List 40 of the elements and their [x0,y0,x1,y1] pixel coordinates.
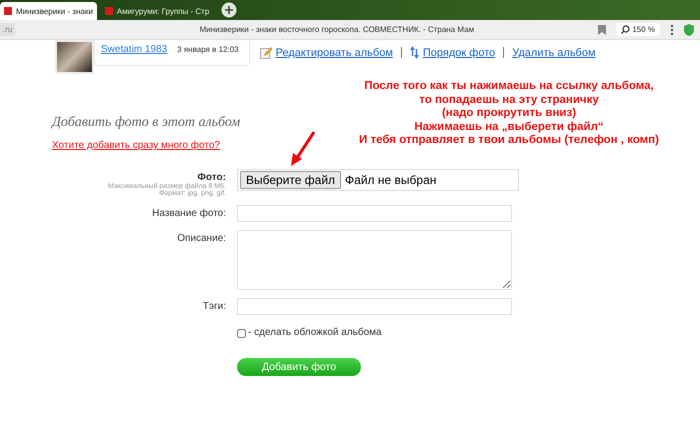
bookmark-icon[interactable] [598,24,606,34]
site-icon [104,7,113,15]
sort-arrows-icon [410,46,419,59]
page-title: Минизверики - знаки восточного гороскопа. СОВМЕСТНИК. - Страна Мам [198,25,476,34]
text-field[interactable] [237,205,512,222]
field-label: Фото: [197,172,226,183]
new-tab-icon[interactable] [221,2,238,18]
album-action-link[interactable]: Удалить альбом [512,46,596,58]
checkbox-label: - сделать обложкой альбома [248,327,382,338]
zoom-icon [621,25,630,34]
description-field[interactable] [237,230,512,290]
annotation-text: После того как ты нажимаешь на ссылку альбома, [363,80,655,94]
menu-icon[interactable] [670,24,674,36]
bulk-upload-link[interactable]: Хотите добавить сразу много фото? [52,140,220,151]
zoom-level: 150 % [632,25,655,34]
author-link[interactable]: Swetatim 1983 [101,44,168,55]
shield-icon[interactable] [684,24,694,36]
cover-checkbox[interactable] [237,329,246,338]
album-action-link[interactable]: Редактировать альбом [276,46,393,58]
field-label: Описание: [177,233,226,244]
field-label: Название фото: [152,208,226,219]
browser-tab[interactable]: Минизверики - знаки [0,2,97,20]
post-date: 3 января в 12:03 [177,45,239,54]
text-field[interactable] [237,298,512,315]
annotation-text: Нажимаешь на „выберети файл“ [413,120,605,134]
arrow-icon [290,131,316,167]
zoom-button[interactable]: 150 % [616,23,660,36]
site-icon [4,7,12,15]
annotation-text: (надо прокрутить вниз) [440,107,578,120]
browser-tab[interactable]: Амигуруми: Группы - Стр [100,2,214,20]
annotation-text: И тебя отправляет в твои альбомы (телефон , комп) [358,134,660,148]
form-heading: Добавить фото в этот альбом [52,115,240,131]
address-field[interactable]: .ru [0,23,16,36]
album-action-link[interactable]: Порядок фото [422,46,496,58]
pencil-icon [260,46,272,58]
annotation-text: то попадаешь на эту страничку [418,94,600,107]
file-input[interactable]: Выберите файл Файл не выбран [237,169,519,191]
choose-file-button[interactable]: Выберите файл [240,171,342,189]
file-status: Файл не выбран [345,173,436,187]
field-label: Тэги: [202,301,226,312]
